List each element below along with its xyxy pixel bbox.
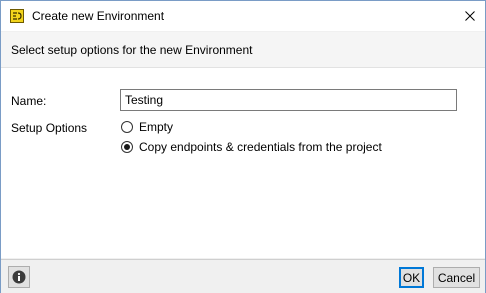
info-button[interactable] <box>8 266 30 288</box>
dialog-footer: OK Cancel <box>1 259 485 293</box>
name-label: Name: <box>11 94 47 108</box>
radio-copy-endpoints[interactable] <box>121 141 133 153</box>
dialog-header: Select setup options for the new Environ… <box>1 32 485 68</box>
name-input[interactable] <box>120 89 457 111</box>
close-icon <box>465 11 475 21</box>
ok-button[interactable]: OK <box>399 267 424 288</box>
option-empty[interactable]: Empty <box>121 120 173 134</box>
environment-app-icon <box>10 9 24 23</box>
setup-options-label: Setup Options <box>11 121 88 135</box>
header-description: Select setup options for the new Environ… <box>11 43 253 57</box>
info-icon <box>12 270 26 284</box>
window-title: Create new Environment <box>32 9 165 23</box>
dialog-content: Name: Setup Options Empty Copy endpoints… <box>1 68 485 258</box>
option-copy-endpoints[interactable]: Copy endpoints & credentials from the pr… <box>121 140 382 154</box>
option-empty-label: Empty <box>139 120 174 134</box>
title-bar: Create new Environment <box>1 1 485 31</box>
radio-empty[interactable] <box>121 121 133 133</box>
dialog-window: Create new Environment Select setup opti… <box>0 0 486 293</box>
option-copy-endpoints-label: Copy endpoints & credentials from the pr… <box>139 140 382 154</box>
cancel-button[interactable]: Cancel <box>433 267 480 288</box>
close-button[interactable] <box>455 1 485 31</box>
